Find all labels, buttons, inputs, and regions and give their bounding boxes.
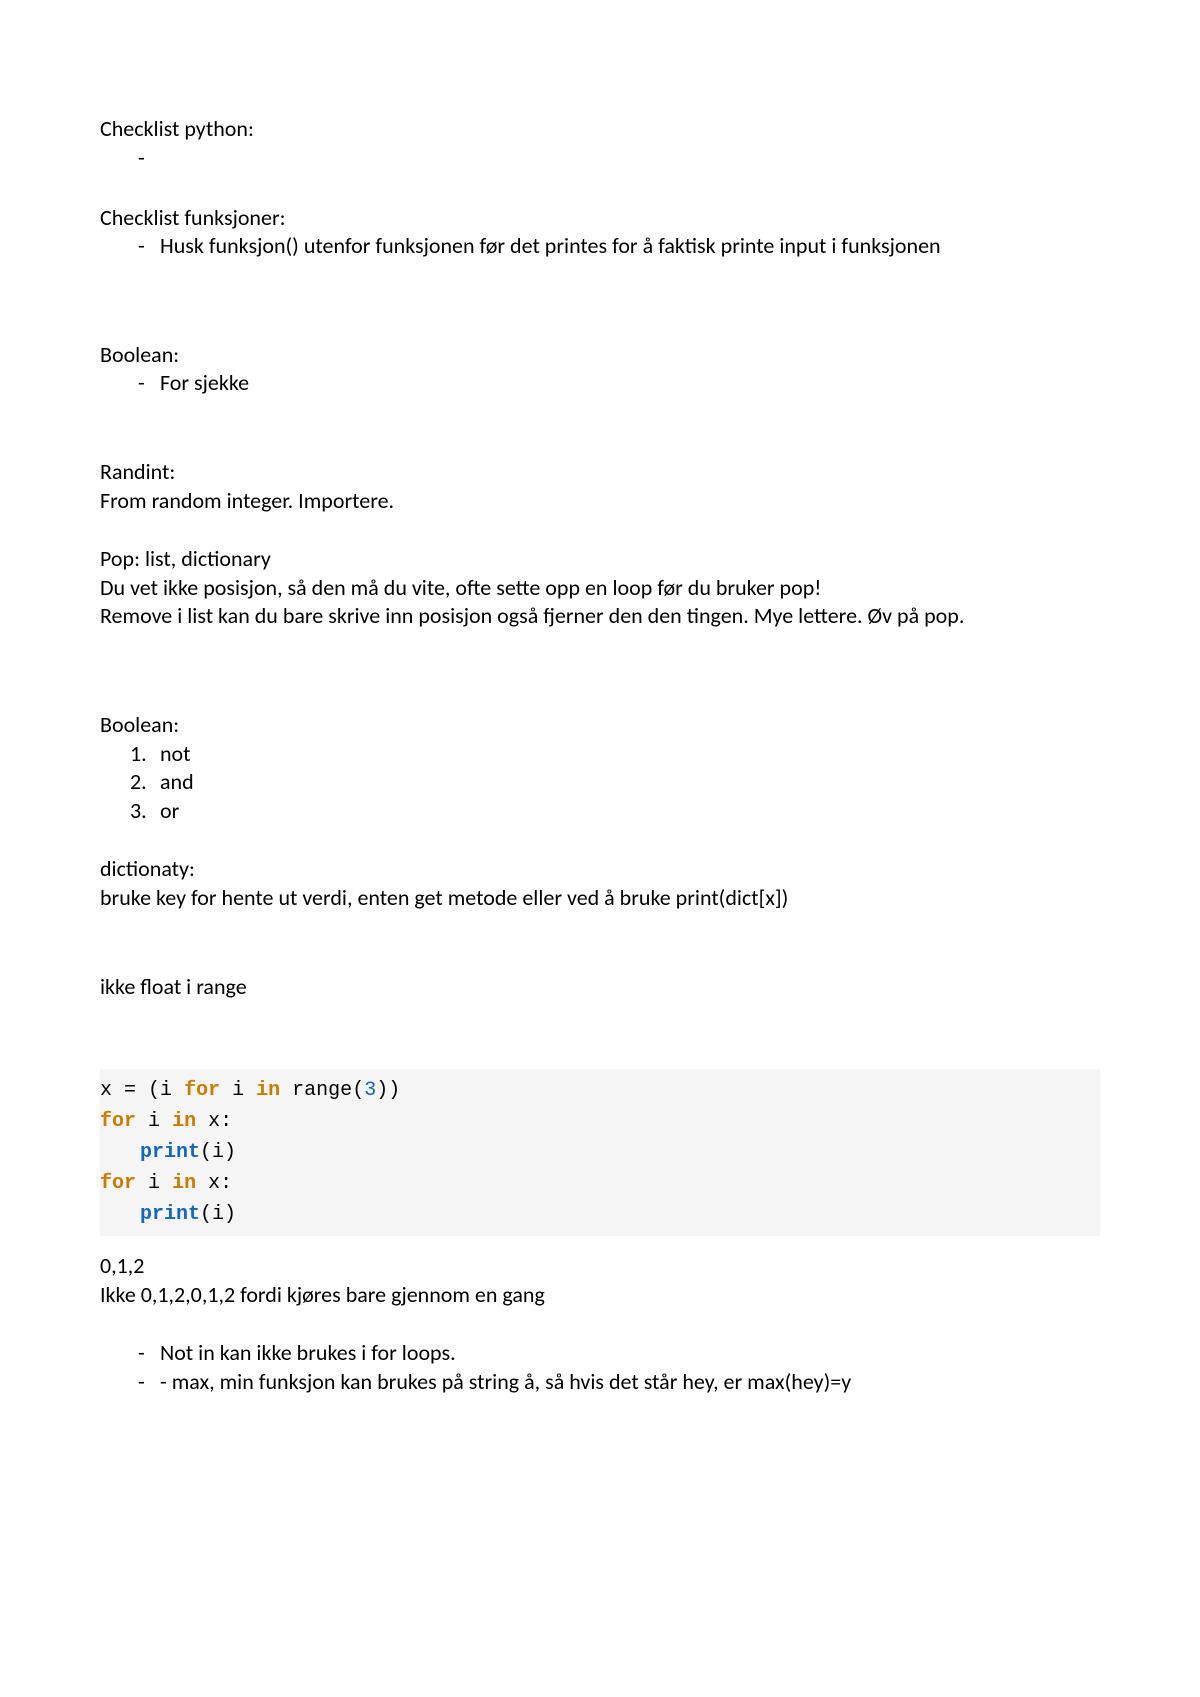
bullet-text: For sjekke	[160, 369, 249, 396]
numbered-item: 2. and	[100, 768, 1100, 797]
body-text: Du vet ikke posisjon, så den må du vite,…	[100, 574, 1100, 603]
bullet-item: - Not in kan ikke brukes i for loops.	[100, 1339, 1100, 1368]
heading: Checklist funksjoner:	[100, 204, 1100, 233]
code-line: for i in x:	[100, 1106, 1100, 1137]
dash-icon: -	[138, 369, 145, 398]
section-boolean-2: Boolean: 1. not 2. and 3. or	[100, 711, 1100, 825]
section-checklist-funksjoner: Checklist funksjoner: - Husk funksjon() …	[100, 204, 1100, 261]
heading: Boolean:	[100, 711, 1100, 740]
body-text: 0,1,2	[100, 1252, 1100, 1281]
code-line: for i in x:	[100, 1168, 1100, 1199]
section-randint: Randint: From random integer. Importere.	[100, 458, 1100, 515]
section-output: 0,1,2 Ikke 0,1,2,0,1,2 fordi kjøres bare…	[100, 1252, 1100, 1309]
section-checklist-python: Checklist python: -	[100, 115, 1100, 144]
list-number: 3.	[130, 797, 147, 826]
list-number: 2.	[130, 768, 147, 797]
body-text: Remove i list kan du bare skrive inn pos…	[100, 602, 1100, 631]
heading: Randint:	[100, 458, 1100, 487]
dash-icon: -	[138, 1368, 145, 1397]
dash-icon: -	[138, 144, 145, 173]
heading: Checklist python:	[100, 115, 1100, 144]
list-number: 1.	[130, 740, 147, 769]
numbered-item: 3. or	[100, 797, 1100, 826]
heading: Boolean:	[100, 341, 1100, 370]
bullet-text: Not in kan ikke brukes i for loops.	[160, 1339, 456, 1366]
section-float-range: ikke float i range	[100, 973, 1100, 1002]
body-text: From random integer. Importere.	[100, 487, 1100, 516]
body-text: Ikke 0,1,2,0,1,2 fordi kjøres bare gjenn…	[100, 1281, 1100, 1310]
section-notes: - Not in kan ikke brukes i for loops. - …	[100, 1339, 1100, 1396]
bullet-item: - - max, min funksjon kan brukes på stri…	[100, 1368, 1100, 1397]
section-boolean-1: Boolean: - For sjekke	[100, 341, 1100, 398]
bullet-item: - Husk funksjon() utenfor funksjonen før…	[100, 232, 1100, 261]
list-text: not	[160, 740, 191, 767]
document-page: Checklist python: - Checklist funksjoner…	[0, 0, 1200, 1496]
code-line: print(i)	[100, 1199, 1100, 1230]
bullet-text: - max, min funksjon kan brukes på string…	[160, 1368, 851, 1395]
section-pop: Pop: list, dictionary Du vet ikke posisj…	[100, 545, 1100, 631]
dash-icon: -	[138, 1339, 145, 1368]
body-text: ikke float i range	[100, 973, 1100, 1002]
code-block: x = (i for i in range(3)) for i in x: pr…	[100, 1069, 1100, 1236]
list-text: or	[160, 797, 179, 824]
code-line: print(i)	[100, 1137, 1100, 1168]
bullet-item: - For sjekke	[100, 369, 1100, 398]
code-line: x = (i for i in range(3))	[100, 1075, 1100, 1106]
bullet-text: Husk funksjon() utenfor funksjonen før d…	[160, 232, 941, 259]
heading: dictionaty:	[100, 855, 1100, 884]
list-text: and	[160, 768, 194, 795]
numbered-item: 1. not	[100, 740, 1100, 769]
dash-icon: -	[138, 232, 145, 261]
heading: Pop: list, dictionary	[100, 545, 1100, 574]
section-dictionary: dictionaty: bruke key for hente ut verdi…	[100, 855, 1100, 912]
body-text: bruke key for hente ut verdi, enten get …	[100, 884, 1100, 913]
